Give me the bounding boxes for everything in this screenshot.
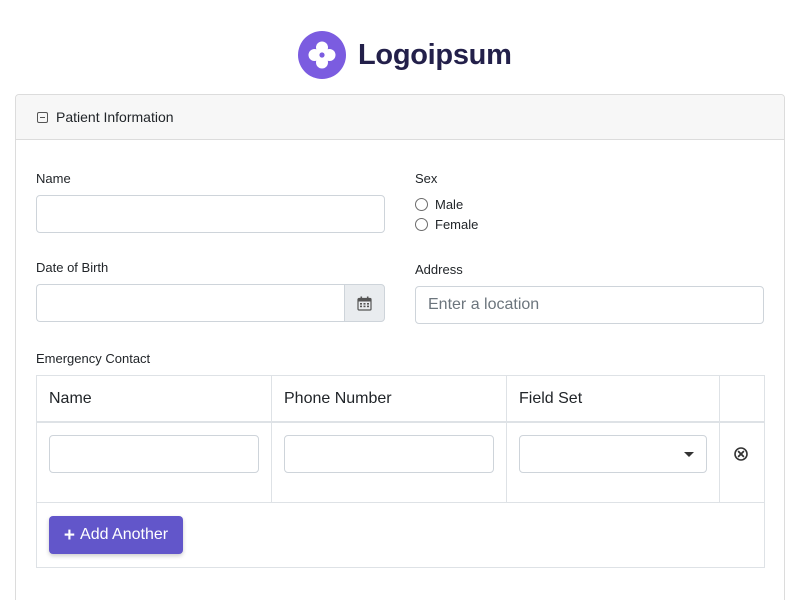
calendar-button[interactable] (344, 284, 385, 322)
radio-label-female: Female (435, 217, 479, 232)
patient-information-panel: Patient Information Name Sex Male Female… (15, 94, 785, 600)
panel-header[interactable]: Patient Information (16, 95, 784, 140)
emergency-contact-table: Name Phone Number Field Set + Add Anothe… (36, 375, 765, 568)
sex-label: Sex (415, 171, 438, 186)
contact-name-input[interactable] (49, 435, 259, 473)
collapse-icon[interactable] (37, 111, 48, 123)
calendar-icon (357, 296, 372, 311)
column-header-name: Name (37, 376, 272, 423)
chevron-down-icon (684, 452, 694, 457)
add-another-label: Add Another (80, 526, 169, 543)
address-label: Address (415, 262, 463, 277)
brand-logo: Logoipsum (298, 31, 512, 79)
table-cell (272, 423, 507, 503)
dob-label: Date of Birth (36, 260, 109, 275)
name-input[interactable] (36, 195, 385, 233)
table-cell (507, 423, 720, 503)
dob-field (36, 284, 385, 322)
radio-button[interactable] (415, 218, 428, 231)
contact-phone-input[interactable] (284, 435, 494, 473)
emergency-contact-label: Emergency Contact (36, 351, 151, 366)
remove-circle-icon[interactable] (734, 447, 748, 461)
table-cell (720, 423, 764, 503)
brand-name: Logoipsum (358, 38, 512, 71)
radio-male[interactable]: Male (415, 197, 463, 212)
logo-mark-icon (298, 31, 346, 79)
add-another-button[interactable]: + Add Another (49, 516, 183, 554)
column-header-field-set: Field Set (507, 376, 720, 423)
table-cell (37, 423, 272, 503)
name-label: Name (36, 171, 71, 186)
address-input[interactable]: Enter a location (415, 286, 764, 324)
dob-input[interactable] (36, 284, 346, 322)
column-header-phone: Phone Number (272, 376, 507, 423)
clover-icon (308, 41, 336, 69)
field-set-select[interactable] (519, 435, 707, 473)
radio-label-male: Male (435, 197, 464, 212)
panel-title: Patient Information (56, 109, 174, 125)
plus-icon: + (63, 524, 76, 546)
column-header-actions (720, 376, 764, 423)
radio-button[interactable] (415, 198, 428, 211)
radio-female[interactable]: Female (415, 217, 478, 232)
